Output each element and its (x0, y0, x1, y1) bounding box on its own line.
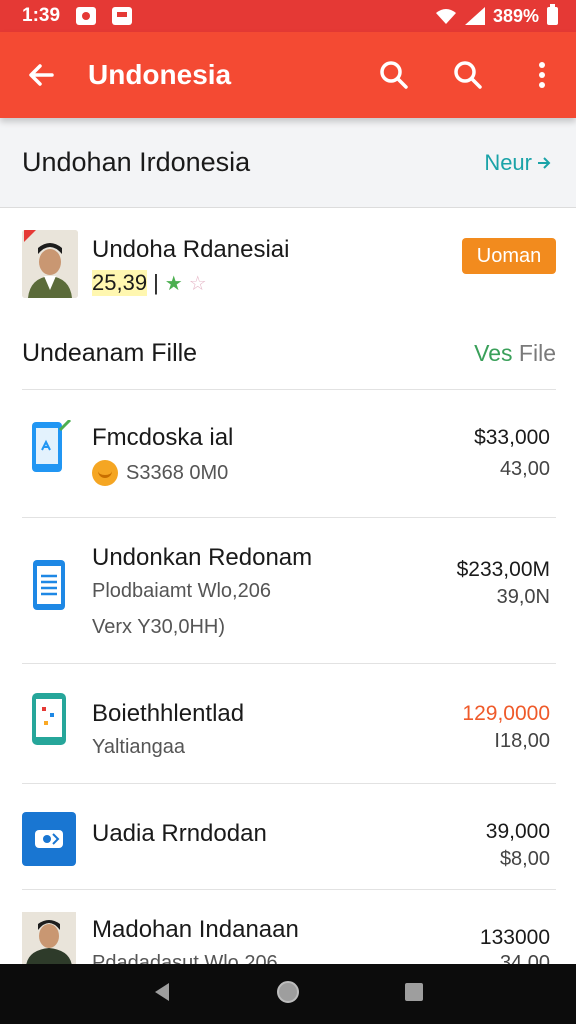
profile-rating: 25,39 | ★ ☆ (92, 270, 207, 296)
item-subtitle: Pdadadasut Wlo 206 (92, 952, 278, 964)
item-amount: 133000 (479, 926, 550, 949)
item-subtitle-2: Verx Y30,0HH) (92, 616, 226, 638)
item-amount: 129,0000 (462, 702, 550, 725)
star-empty-icon: ☆ (188, 272, 207, 295)
rating-value: 25,39 (92, 270, 148, 296)
item-subtitle: Yaltiangaa (92, 736, 186, 758)
nav-back-button[interactable] (151, 981, 173, 1008)
circle-home-icon (277, 980, 299, 1003)
more-options-button[interactable] (522, 55, 562, 95)
item-subtitle: Plodbaiamt Wlo,206 (92, 580, 271, 602)
search-icon (454, 61, 482, 89)
profile-card[interactable]: Undoha Rdanesiai 25,39 | ★ ☆ Uoman (22, 226, 556, 302)
item-amount: 39,000 (485, 820, 550, 843)
item-sub-amount: 39,0N (496, 586, 550, 608)
system-nav-bar (0, 964, 576, 1024)
view-files-link[interactable]: Ves File (474, 340, 556, 367)
tablet-app-icon (22, 692, 76, 746)
item-sub-amount: 34,00 (499, 952, 550, 964)
item-title: Uadia Rrndodan (92, 820, 267, 847)
app-title: Undonesia (88, 59, 232, 90)
profile-badge-button[interactable]: Uoman (462, 238, 556, 274)
item-subtitle-text: S3368 0M0 (126, 461, 229, 484)
files-title: Undeanam Fille (22, 339, 198, 367)
view-files-link-rest: File (512, 340, 556, 366)
item-title: Fmcdoska ial (92, 424, 234, 451)
signal-icon (464, 7, 485, 25)
rating-separator: | (153, 270, 159, 295)
section-link-label: Neur (484, 149, 532, 175)
section-link[interactable]: Neur (484, 150, 552, 176)
avatar (22, 230, 78, 298)
item-title: Undonkan Redonam (92, 544, 313, 571)
chevron-right-icon (538, 156, 551, 169)
item-sub-amount: 43,00 (499, 458, 550, 480)
list-item[interactable]: Uadia Rrndodan 39,000 $8,00 (22, 784, 556, 890)
blue-app-icon (22, 812, 76, 866)
notification-icon (76, 7, 97, 25)
message-icon (112, 7, 133, 25)
triangle-back-icon (155, 982, 169, 1001)
item-sub-amount: I18,00 (494, 730, 550, 752)
list-item[interactable]: Madohan Indanaan Pdadadasut Wlo 206 1330… (22, 890, 556, 964)
list-item[interactable]: Fmcdoska ial S3368 0M0 $33,000 43,00 (22, 392, 556, 518)
battery-icon (547, 4, 558, 25)
item-sub-amount: $8,00 (499, 848, 550, 870)
search-icon (380, 61, 408, 89)
document-icon (22, 558, 76, 612)
status-time: 1:39 (22, 5, 61, 26)
status-bar: 1:39 389% (0, 0, 576, 32)
item-title: Madohan Indanaan (92, 916, 299, 943)
square-recents-icon (405, 982, 423, 1001)
section-header: Undohan Irdonesia Neur (0, 118, 576, 208)
coin-icon (92, 460, 118, 486)
nav-home-button[interactable] (275, 979, 301, 1010)
app-bar: Undonesia (0, 32, 576, 118)
item-title: Boiethhlentlad (92, 700, 245, 727)
search-button[interactable] (374, 55, 414, 95)
view-files-link-prefix: Ves (474, 340, 513, 366)
battery-percent: 389% (492, 5, 539, 26)
person-avatar-icon (22, 912, 76, 964)
profile-name: Undoha Rdanesiai (92, 236, 290, 263)
more-vert-icon (539, 62, 545, 88)
list-item[interactable]: Boiethhlentlad Yaltiangaa 129,0000 I18,0… (22, 664, 556, 784)
files-header: Undeanam Fille Ves File (22, 318, 556, 390)
phone-app-icon (22, 420, 76, 474)
item-amount: $233,00M (456, 558, 550, 581)
item-amount: $33,000 (474, 426, 550, 449)
arrow-back-icon (29, 64, 54, 86)
search-button-2[interactable] (448, 55, 488, 95)
section-title: Undohan Irdonesia (22, 147, 251, 177)
nav-recents-button[interactable] (403, 981, 425, 1008)
list-item[interactable]: Undonkan Redonam Plodbaiamt Wlo,206 Verx… (22, 518, 556, 664)
wifi-icon (435, 9, 456, 24)
item-subtitle: S3368 0M0 (92, 460, 228, 486)
star-filled-icon: ★ (164, 272, 183, 295)
back-button[interactable] (20, 55, 62, 95)
